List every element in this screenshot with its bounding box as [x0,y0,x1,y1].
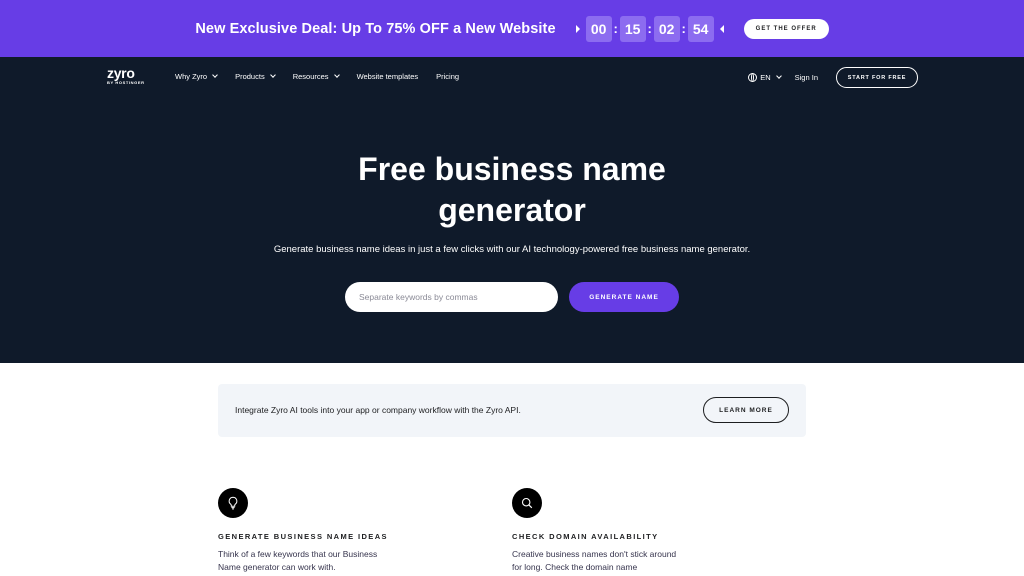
api-card: Integrate Zyro AI tools into your app or… [218,384,806,437]
nav-menu: Why Zyro Products Resources Website temp… [175,72,477,81]
nav-right: EN Sign In START FOR FREE [748,67,918,88]
timer-seconds: 54 [687,15,714,42]
keywords-input[interactable] [345,282,558,312]
page-title: Free business name generator [358,151,666,228]
generate-name-button[interactable]: GENERATE NAME [569,282,679,312]
feature-description: Think of a few keywords that our Busines… [218,549,378,572]
language-label: EN [760,73,771,82]
language-selector[interactable]: EN [748,73,782,82]
play-left-icon [719,24,724,33]
search-icon [512,488,542,518]
promo-text: New Exclusive Deal: Up To 75% OFF a New … [195,20,556,37]
feature-check-domain: CHECK DOMAIN AVAILABILITY Creative busin… [512,488,712,574]
start-for-free-button[interactable]: START FOR FREE [836,67,918,88]
chevron-down-icon [269,72,276,78]
zyro-logo[interactable]: zyro BY HOSTINGER [107,65,145,85]
feature-description: Creative business names don't stick arou… [512,549,677,572]
nav-item-label: Pricing [436,72,460,81]
sign-in-link[interactable]: Sign In [795,73,818,82]
timer-separator: : [681,21,686,36]
timer-minutes: 02 [653,15,680,42]
hero-section: zyro BY HOSTINGER Why Zyro Products Reso… [0,57,1024,363]
globe-icon [748,73,758,82]
timer-hours: 15 [619,15,646,42]
lightbulb-icon [218,488,248,518]
nav-item-website-templates[interactable]: Website templates [357,72,419,81]
top-nav: zyro BY HOSTINGER Why Zyro Products Reso… [0,57,1024,97]
nav-item-products[interactable]: Products [235,72,276,81]
logo-subtitle: BY HOSTINGER [107,80,145,85]
chevron-down-icon [212,72,218,78]
hero-description: Generate business name ideas in just a f… [273,244,751,255]
chevron-down-icon [775,73,782,79]
feature-title: GENERATE BUSINESS NAME IDEAS [218,532,388,541]
nav-item-resources[interactable]: Resources [292,72,340,81]
nav-item-why-zyro[interactable]: Why Zyro [175,72,218,81]
api-text: Integrate Zyro AI tools into your app or… [235,405,521,415]
nav-item-label: Resources [292,72,329,81]
logo-wordmark: zyro [107,65,135,81]
nav-item-pricing[interactable]: Pricing [436,72,459,81]
get-offer-button[interactable]: GET THE OFFER [743,18,829,39]
learn-more-button[interactable]: LEARN MORE [703,397,789,423]
feature-generate-ideas: GENERATE BUSINESS NAME IDEAS Think of a … [218,488,418,574]
nav-item-label: Why Zyro [175,72,208,81]
chevron-down-icon [333,72,340,78]
feature-title: CHECK DOMAIN AVAILABILITY [512,532,659,541]
nav-item-label: Website templates [356,72,419,81]
play-right-icon [575,24,580,33]
timer-separator: : [647,21,652,36]
timer-separator: : [613,21,618,36]
nav-item-label: Products [235,72,265,81]
countdown-timer: 00 : 15 : 02 : 54 [575,15,724,42]
promo-banner: New Exclusive Deal: Up To 75% OFF a New … [0,0,1024,57]
timer-days: 00 [585,15,612,42]
